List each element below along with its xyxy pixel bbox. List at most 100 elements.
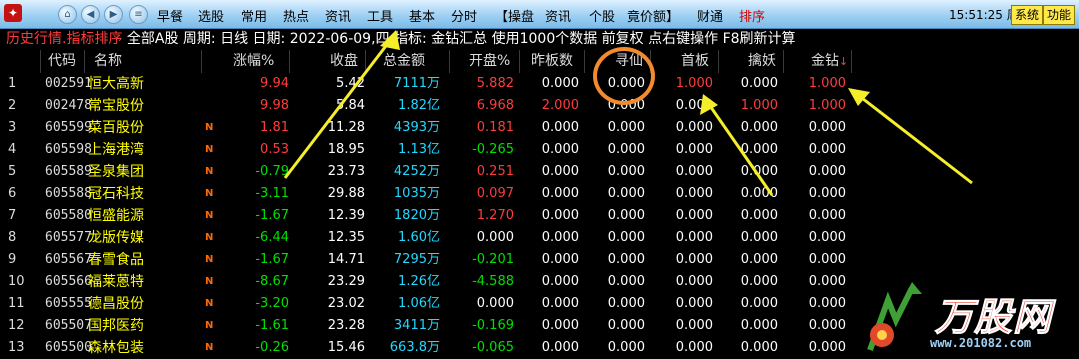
cell-open: 6.968 <box>476 98 514 113</box>
cell-prev: 0.000 <box>541 120 579 135</box>
stock-code: 605567 <box>45 252 92 267</box>
cell-chg: 9.98 <box>260 98 289 113</box>
table-row[interactable]: 3 605599 菜百股份 N 1.81 11.28 4393万 0.181 0.000 0.00… <box>0 117 1079 139</box>
cell-chg: -1.67 <box>255 208 289 223</box>
cell-chg: -6.44 <box>255 230 289 245</box>
annotation-circle <box>593 47 655 105</box>
menu-info[interactable]: 资讯 <box>545 6 571 25</box>
cell-close: 5.42 <box>336 76 365 91</box>
forward-nav-icon[interactable]: ▶ <box>104 5 123 24</box>
col-divider <box>851 50 852 73</box>
cell-chg: -1.61 <box>255 318 289 333</box>
cell-prev: 0.000 <box>541 230 579 245</box>
col-name[interactable]: 名称 <box>94 50 122 72</box>
col-open[interactable]: 开盘% <box>469 50 510 72</box>
table-row[interactable]: 9 605567 春雪食品 N -1.67 14.71 7295万 -0.201 0.000 0.… <box>0 249 1079 271</box>
cell-sb: 0.000 <box>675 208 713 223</box>
col-close[interactable]: 收盘 <box>330 50 358 72</box>
col-amount[interactable]: 总金额 <box>383 50 425 72</box>
col-code[interactable]: 代码 <box>48 50 76 72</box>
info-line: 历史行情.指标排序 全部A股 周期: 日线 日期: 2022-06-09,四 指… <box>6 29 796 49</box>
stock-name: 上海港湾 <box>88 142 144 158</box>
stock-name: 德昌股份 <box>88 296 144 312</box>
cell-sb: 0.000 <box>675 252 713 267</box>
cell-jz: 0.000 <box>808 274 846 289</box>
cell-open: -0.265 <box>472 142 514 157</box>
cell-prev: 0.000 <box>541 274 579 289</box>
stock-code: 605507 <box>45 318 92 333</box>
col-prev-limit[interactable]: 昨板数 <box>531 50 573 72</box>
col-jinzuan-label: 金钻 <box>811 53 839 69</box>
stock-name: 恒大高新 <box>88 76 144 92</box>
menu-hot[interactable]: 热点 <box>283 6 309 25</box>
cell-open: 0.097 <box>476 186 514 201</box>
col-shouban[interactable]: 首板 <box>681 50 709 72</box>
menu-bid-amount[interactable]: 竟价额】 <box>627 6 679 25</box>
cell-chg: 0.53 <box>260 142 289 157</box>
menu-basic[interactable]: 基本 <box>409 6 435 25</box>
menu-breakfast[interactable]: 早餐 <box>157 6 183 25</box>
cell-xx: 0.000 <box>607 296 645 311</box>
col-change[interactable]: 涨幅% <box>233 50 274 72</box>
stock-name: 常宝股份 <box>88 98 144 114</box>
col-divider <box>201 50 202 73</box>
function-button[interactable]: 功能 <box>1043 5 1076 25</box>
menu-news[interactable]: 资讯 <box>325 6 351 25</box>
table-row[interactable]: 1 002591 恒大高新 9.94 5.42 7111万 5.882 0.000 0.000 1… <box>0 73 1079 95</box>
table-row[interactable]: 8 605577 龙版传媒 N -6.44 12.35 1.60亿 0.000 0.000 0.0… <box>0 227 1079 249</box>
home-nav-icon[interactable]: ⌂ <box>58 5 77 24</box>
menu-trading[interactable]: 【操盘 <box>495 6 534 25</box>
cell-prev: 0.000 <box>541 164 579 179</box>
cell-chg: -1.67 <box>255 252 289 267</box>
back-nav-icon[interactable]: ◀ <box>81 5 100 24</box>
col-jinzuan[interactable]: 金钻↓ <box>811 50 848 72</box>
menu-intraday[interactable]: 分时 <box>451 6 477 25</box>
table-row[interactable]: 4 605598 上海港湾 N 0.53 18.95 1.13亿 -0.265 0.000 0.0… <box>0 139 1079 161</box>
cell-open: 0.251 <box>476 164 514 179</box>
cell-close: 23.02 <box>327 296 365 311</box>
stock-code: 605566 <box>45 274 92 289</box>
cell-sb: 0.000 <box>675 296 713 311</box>
table-row[interactable]: 7 605580 恒盛能源 N -1.67 12.39 1820万 1.270 0.000 0.0… <box>0 205 1079 227</box>
cell-amount: 1.06亿 <box>398 296 440 311</box>
menu-common[interactable]: 常用 <box>241 6 267 25</box>
table-row[interactable]: 5 605589 圣泉集团 N -0.79 23.73 4252万 0.251 0.000 0.0… <box>0 161 1079 183</box>
cell-sb: 0.000 <box>675 186 713 201</box>
new-stock-badge: N <box>205 320 214 331</box>
menu-caitong[interactable]: 财通 <box>697 6 723 25</box>
col-divider <box>84 50 85 73</box>
cell-chg: -3.20 <box>255 296 289 311</box>
cell-amount: 7295万 <box>393 252 440 267</box>
cell-qy: 0.000 <box>740 76 778 91</box>
cell-xx: 0.000 <box>607 186 645 201</box>
new-stock-badge: N <box>205 254 214 265</box>
new-stock-badge: N <box>205 298 214 309</box>
row-index: 1 <box>8 76 17 91</box>
stock-name: 菜百股份 <box>88 120 144 136</box>
row-index: 4 <box>8 142 17 157</box>
system-button[interactable]: 系统 <box>1011 5 1044 25</box>
table-row[interactable]: 6 605588 冠石科技 N -3.11 29.88 1035万 0.097 0.000 0.0… <box>0 183 1079 205</box>
menu-nav-icon[interactable]: ≡ <box>129 5 148 24</box>
menu-stock[interactable]: 个股 <box>589 6 615 25</box>
cell-jz: 0.000 <box>808 208 846 223</box>
cell-close: 23.29 <box>327 274 365 289</box>
cell-qy: 0.000 <box>740 230 778 245</box>
cell-xx: 0.000 <box>607 252 645 267</box>
new-stock-badge: N <box>205 188 214 199</box>
stock-name: 冠石科技 <box>88 186 144 202</box>
cell-prev: 0.000 <box>541 340 579 355</box>
cell-jz: 0.000 <box>808 296 846 311</box>
table-row[interactable]: 2 002478 常宝股份 9.98 5.84 1.82亿 6.968 2.000 0.000 0… <box>0 95 1079 117</box>
menu-sort[interactable]: 排序 <box>739 6 765 25</box>
cell-chg: -0.79 <box>255 164 289 179</box>
row-index: 5 <box>8 164 17 179</box>
top-toolbar: ✦ ⌂ ◀ ▶ ≡ 早餐 选股 常用 热点 资讯 工具 基本 分时 【操盘 资讯… <box>0 0 1079 29</box>
col-qinyao[interactable]: 擒妖 <box>748 50 776 72</box>
cell-jz: 0.000 <box>808 318 846 333</box>
cell-amount: 4252万 <box>393 164 440 179</box>
cell-qy: 0.000 <box>740 318 778 333</box>
menu-tools[interactable]: 工具 <box>367 6 393 25</box>
menu-stock-pick[interactable]: 选股 <box>198 6 224 25</box>
cell-sb: 0.000 <box>675 98 713 113</box>
